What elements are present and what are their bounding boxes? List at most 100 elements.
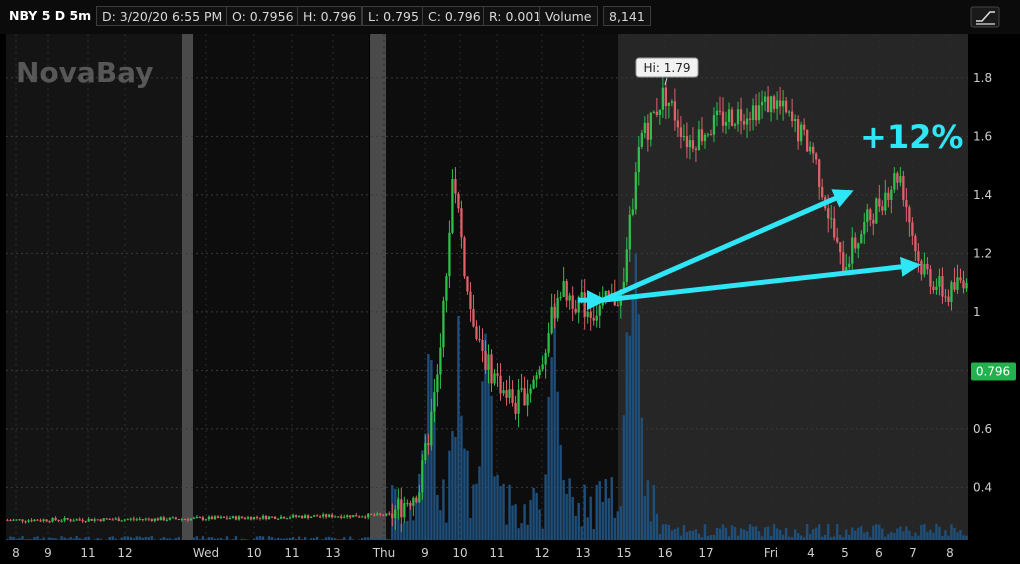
candle-body: [204, 519, 208, 521]
candle-body: [772, 96, 776, 109]
candle-body: [18, 519, 21, 521]
company-logo-watermark: NovaBay: [16, 56, 153, 89]
candle-body: [658, 109, 662, 115]
candle-body: [15, 519, 18, 521]
candle-body: [370, 513, 373, 515]
volume-bar: [538, 509, 541, 540]
candle-body: [565, 281, 568, 301]
candle-body: [147, 518, 150, 520]
candle-body: [688, 140, 692, 148]
candle-body: [553, 306, 556, 319]
volume-bar: [475, 483, 478, 540]
candle-body: [430, 411, 433, 446]
volume-bar: [808, 534, 812, 540]
volume-bar: [884, 536, 887, 540]
volume-bar: [225, 536, 229, 540]
candle-body: [30, 520, 33, 522]
volume-bar: [120, 537, 123, 540]
volume-bar: [222, 539, 226, 540]
candle-body: [634, 172, 637, 210]
candle-body: [592, 317, 595, 321]
candle-body: [544, 352, 547, 365]
x-tick-label: 9: [421, 546, 429, 560]
candle-body: [51, 518, 54, 522]
candle-body: [908, 207, 911, 223]
volume-bar: [291, 537, 295, 540]
volume-bar: [472, 484, 475, 540]
candle-body: [523, 388, 526, 406]
candle-body: [111, 519, 114, 521]
volume-bar: [376, 539, 379, 540]
volume-bar: [165, 538, 169, 540]
volume-bar: [811, 529, 815, 540]
volume-bar: [965, 535, 968, 540]
volume-bar: [144, 536, 147, 540]
candle-body: [27, 520, 30, 522]
volume-bar: [469, 518, 472, 540]
volume-bar: [147, 537, 150, 540]
volume-bar: [333, 538, 337, 540]
volume-bar: [523, 504, 526, 540]
candle-body: [962, 280, 965, 289]
candle-body: [571, 295, 574, 309]
candle-body: [195, 517, 199, 519]
volume-bar: [824, 534, 827, 540]
candle-body: [935, 286, 938, 291]
candle-body: [532, 379, 535, 389]
candle-body: [562, 281, 565, 297]
price-chart[interactable]: 0.40.60.811.21.41.61.8891112Wed101113Thu…: [0, 0, 1020, 564]
candle-body: [21, 519, 24, 522]
volume-bar: [219, 537, 223, 540]
candle-body: [57, 520, 60, 522]
candle-body: [108, 518, 111, 520]
volume-bar: [373, 536, 376, 540]
volume-bar: [216, 538, 220, 540]
volume-bar: [559, 444, 562, 540]
candle-body: [264, 515, 268, 520]
volume-bar: [324, 537, 328, 540]
candle-body: [950, 282, 953, 302]
candle-body: [309, 516, 313, 518]
volume-bar: [442, 479, 445, 540]
volume-bar: [96, 538, 99, 540]
candle-body: [917, 251, 920, 261]
volume-bar: [177, 537, 181, 540]
volume-bar: [496, 474, 499, 540]
volume-bar: [54, 538, 57, 540]
volume-bar: [893, 532, 896, 540]
candle-body: [857, 243, 860, 249]
candle-body: [881, 206, 884, 211]
volume-bar: [51, 538, 54, 540]
volume-bar: [84, 537, 87, 540]
volume-bar: [367, 537, 370, 540]
candle-body: [219, 516, 223, 518]
volume-bar: [123, 536, 126, 540]
volume-bar: [388, 539, 391, 540]
candle-body: [54, 518, 57, 521]
candle-body: [661, 87, 665, 110]
volume-bar: [9, 536, 12, 540]
y-tick-label: 1.8: [973, 71, 992, 85]
candle-body: [517, 389, 520, 414]
candle-body: [222, 516, 226, 518]
volume-bar: [836, 524, 839, 540]
candle-body: [541, 364, 544, 370]
volume-bar: [445, 522, 448, 540]
volume-bar: [415, 497, 418, 540]
volume-bar: [78, 538, 81, 540]
candle-body: [890, 189, 893, 200]
volume-bar: [607, 498, 610, 540]
candle-body: [294, 515, 298, 517]
volume-bar: [881, 528, 884, 540]
candle-body: [803, 124, 806, 130]
candle-body: [84, 521, 87, 523]
candle-body: [33, 519, 36, 522]
candle-body: [685, 136, 689, 148]
volume-bar: [875, 523, 878, 540]
candle-body: [481, 340, 484, 351]
volume-bar: [703, 524, 707, 540]
volume-bar: [953, 527, 956, 540]
volume-bar: [679, 535, 683, 540]
candle-body: [529, 388, 532, 394]
candle-body: [640, 132, 643, 147]
